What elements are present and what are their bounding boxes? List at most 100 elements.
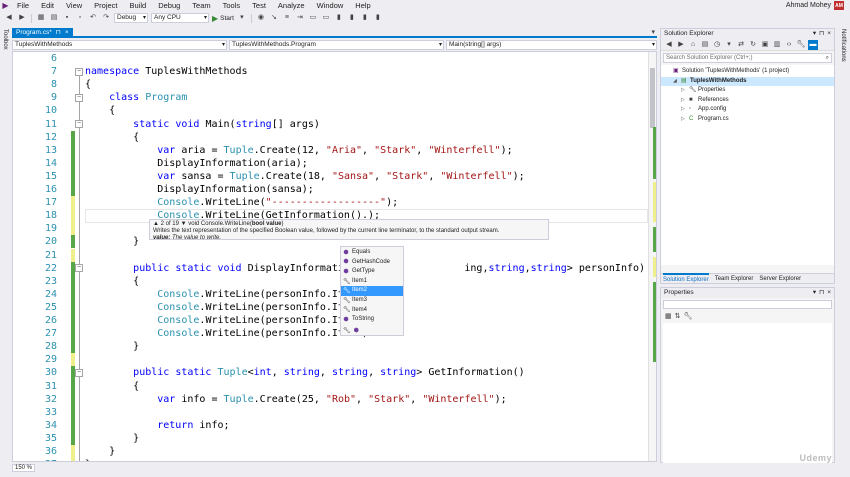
completion-item[interactable]: 🔧︎ Item1 bbox=[341, 277, 403, 287]
collapse-all-icon[interactable]: ▣ bbox=[760, 40, 770, 50]
collapse-outline-icon[interactable]: − bbox=[75, 93, 83, 102]
new-project-icon[interactable]: ▦ bbox=[36, 13, 46, 23]
avatar[interactable]: AM bbox=[834, 1, 844, 10]
tree-item[interactable]: ▣ Solution 'TuplesWithMethods' (1 project… bbox=[661, 67, 834, 77]
menu-tools[interactable]: Tools bbox=[217, 0, 247, 11]
collapsed-arrow-icon[interactable]: ▷ bbox=[681, 105, 686, 115]
tab-server-explorer[interactable]: Server Explorer bbox=[759, 274, 801, 283]
expanded-arrow-icon[interactable]: ◢ bbox=[673, 77, 678, 87]
view-code-icon[interactable]: ‹› bbox=[784, 40, 794, 50]
type-navigation-select[interactable]: TuplesWithMethods.Program bbox=[229, 40, 444, 50]
redo-icon[interactable]: ↷ bbox=[101, 13, 111, 23]
code-line[interactable]: 32 var info = Tuple.Create(25, "Rob", "S… bbox=[13, 393, 656, 406]
editor-scrollbar[interactable] bbox=[648, 52, 656, 461]
menu-file[interactable]: File bbox=[11, 0, 35, 11]
solution-explorer-search-input[interactable]: Search Solution Explorer (Ctrl+;) ⌕ bbox=[663, 53, 832, 63]
code-line[interactable]: 25 Console.WriteLine(personInfo.Item2) bbox=[13, 301, 656, 314]
pending-changes-icon[interactable]: ▾ bbox=[724, 40, 734, 50]
save-icon[interactable]: ▪ bbox=[62, 13, 72, 23]
properties-grid[interactable] bbox=[663, 323, 832, 463]
toolbox-tab[interactable]: Toolbox bbox=[2, 29, 8, 50]
menu-project[interactable]: Project bbox=[88, 0, 123, 11]
project-navigation-select[interactable]: TuplesWithMethods bbox=[12, 40, 227, 50]
code-line[interactable]: 16 DisplayInformation(sansa); bbox=[13, 183, 656, 196]
history-icon[interactable]: ◷ bbox=[712, 40, 722, 50]
close-icon[interactable]: × bbox=[65, 28, 69, 38]
switch-views-icon[interactable]: ▤ bbox=[700, 40, 710, 50]
code-line[interactable]: 34 return info; bbox=[13, 419, 656, 432]
sync-icon[interactable]: ⇄ bbox=[736, 40, 746, 50]
start-button[interactable]: ▶ Start bbox=[212, 14, 234, 23]
scrollbar-thumb[interactable] bbox=[650, 68, 655, 128]
solution-configuration-select[interactable]: Debug bbox=[114, 13, 148, 23]
intellisense-completion-list[interactable]: ⬢ Equals ⬢ GetHashCode ⬢ GetType 🔧︎ Item1 🔧︎ Item… bbox=[340, 246, 404, 336]
code-line[interactable]: 29 bbox=[13, 353, 656, 366]
collapsed-arrow-icon[interactable]: ▷ bbox=[681, 115, 686, 125]
code-line[interactable]: 21 bbox=[13, 249, 656, 262]
bookmark-next-icon[interactable]: ▮ bbox=[360, 13, 370, 23]
code-line[interactable]: 24 Console.WriteLine(personInfo.Item1) bbox=[13, 288, 656, 301]
collapse-outline-icon[interactable]: − bbox=[75, 264, 83, 273]
completion-item[interactable]: ⬢ Equals bbox=[341, 248, 403, 258]
solution-platform-select[interactable]: Any CPU bbox=[151, 13, 209, 23]
code-line[interactable]: 35 } bbox=[13, 432, 656, 445]
format-icon[interactable]: ≡ bbox=[282, 13, 292, 23]
code-line[interactable]: 31 { bbox=[13, 380, 656, 393]
completion-item[interactable]: ⬢ GetType bbox=[341, 267, 403, 277]
alphabetical-icon[interactable]: ⇅ bbox=[675, 312, 681, 320]
code-line[interactable]: 7 namespace TuplesWithMethods bbox=[13, 65, 656, 78]
menu-test[interactable]: Test bbox=[246, 0, 272, 11]
completion-item[interactable]: 🔧︎ Item4 bbox=[341, 306, 403, 316]
code-editor[interactable]: 6 7 namespace TuplesWithMethods 8{9 class P… bbox=[12, 51, 657, 462]
uncomment-icon[interactable]: ▭ bbox=[321, 13, 331, 23]
tree-item[interactable]: ▷ ▫ App.config bbox=[661, 105, 834, 115]
preview-icon[interactable]: ▬ bbox=[808, 39, 818, 50]
code-line[interactable]: 28 } bbox=[13, 340, 656, 353]
close-icon[interactable]: × bbox=[827, 29, 831, 39]
tab-program-cs[interactable]: Program.cs* ⊓ × bbox=[12, 28, 73, 38]
code-line[interactable]: 12 { bbox=[13, 131, 656, 144]
menu-debug[interactable]: Debug bbox=[152, 0, 186, 11]
bookmark-clear-icon[interactable]: ▮ bbox=[373, 13, 383, 23]
code-line[interactable]: 33 bbox=[13, 406, 656, 419]
tree-item[interactable]: ▷ ■ References bbox=[661, 96, 834, 106]
tree-item[interactable]: ◢ ▤ TuplesWithMethods bbox=[661, 76, 834, 87]
notifications-tab[interactable]: Notifications bbox=[840, 29, 846, 62]
tab-list-chevron-down-icon[interactable]: ▾ bbox=[651, 28, 655, 36]
pin-icon[interactable]: ⊓ bbox=[819, 288, 824, 298]
bookmark-icon[interactable]: ▮ bbox=[334, 13, 344, 23]
tree-item[interactable]: ▷ C Program.cs bbox=[661, 115, 834, 125]
code-line[interactable]: 14 DisplayInformation(aria); bbox=[13, 157, 656, 170]
chevron-down-icon[interactable]: ▾ bbox=[237, 13, 247, 23]
code-line[interactable]: 13 var aria = Tuple.Create(12, "Aria", "… bbox=[13, 144, 656, 157]
completion-item[interactable]: ⬢ ToString bbox=[341, 315, 403, 325]
menu-team[interactable]: Team bbox=[186, 0, 216, 11]
code-line[interactable]: 9 class Program bbox=[13, 91, 656, 104]
completion-item[interactable]: ⬢ GetHashCode bbox=[341, 258, 403, 268]
code-line[interactable]: 26 Console.WriteLine(personInfo.Item3) bbox=[13, 314, 656, 327]
back-icon[interactable]: ◀ bbox=[4, 13, 14, 23]
collapse-outline-icon[interactable]: − bbox=[75, 120, 83, 128]
comment-icon[interactable]: ▭ bbox=[308, 13, 318, 23]
code-line[interactable]: 6 bbox=[13, 52, 656, 65]
menu-help[interactable]: Help bbox=[349, 0, 376, 11]
show-all-files-icon[interactable]: ▥ bbox=[772, 40, 782, 50]
step-icon[interactable]: ↘ bbox=[269, 13, 279, 23]
properties-object-select[interactable] bbox=[663, 300, 832, 309]
collapse-outline-icon[interactable]: − bbox=[75, 67, 83, 76]
refresh-icon[interactable]: ↻ bbox=[748, 40, 758, 50]
menu-window[interactable]: Window bbox=[311, 0, 350, 11]
code-line[interactable]: 22 public static void DisplayInformation… bbox=[13, 262, 656, 275]
method-filter-icon[interactable]: ⬢ bbox=[354, 327, 359, 334]
code-line[interactable]: 23 { bbox=[13, 275, 656, 288]
overload-counter[interactable]: ▲ 2 of 19 ▼ bbox=[153, 221, 187, 227]
home-icon[interactable]: ⌂ bbox=[688, 40, 698, 50]
tab-team-explorer[interactable]: Team Explorer bbox=[715, 274, 754, 283]
forward-icon[interactable]: ▶ bbox=[17, 13, 27, 23]
code-line[interactable]: 17 Console.WriteLine("------------------… bbox=[13, 196, 656, 209]
indent-icon[interactable]: ⇥ bbox=[295, 13, 305, 23]
code-line[interactable]: 37} bbox=[13, 458, 656, 461]
menu-build[interactable]: Build bbox=[124, 0, 153, 11]
collapse-outline-icon[interactable]: − bbox=[75, 368, 83, 377]
code-line[interactable]: 11 static void Main(string[] args) bbox=[13, 118, 656, 131]
